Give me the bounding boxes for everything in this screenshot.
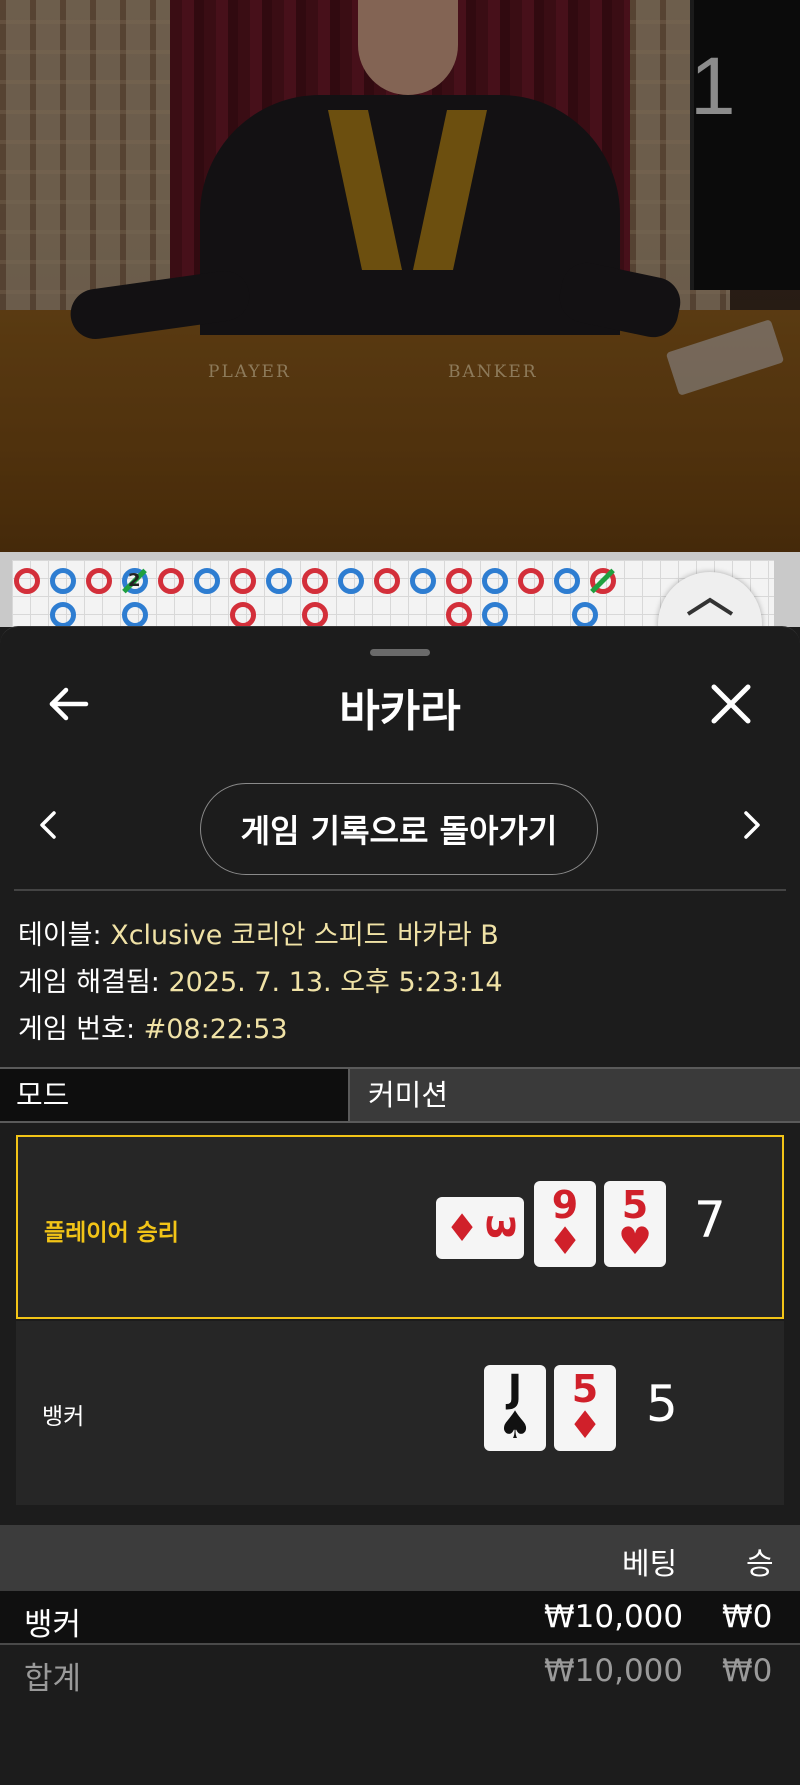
road-mark-player [482, 602, 508, 628]
banker-hand-score: 5 [646, 1375, 678, 1433]
banker-card-2: 5 ♦ [554, 1365, 616, 1451]
bet-total-amount: ₩10,000 [544, 1653, 684, 1689]
info-resolved-value: 2025. 7. 13. 오후 5:23:14 [168, 967, 503, 998]
bets-header-bet: 베팅 [622, 1547, 678, 1582]
road-mark-banker [230, 568, 256, 594]
road-mark-player [410, 568, 436, 594]
road-mark-banker [302, 602, 328, 628]
bet-row-name: 뱅커 [24, 1607, 82, 1643]
card-suit-icon: ♦ [567, 1403, 603, 1447]
road-mark-banker [14, 568, 40, 594]
info-game-number: 게임 번호: #08:22:53 [18, 1007, 288, 1046]
banker-hand-row: 뱅커 J ♠ 5 ♦ 5 [16, 1321, 784, 1505]
section-divider [14, 889, 786, 891]
previous-game-button[interactable] [34, 805, 64, 845]
road-mark-player [194, 568, 220, 594]
player-hand-label: 플레이어 승리 [44, 1220, 179, 1246]
banker-hand-label: 뱅커 [42, 1404, 85, 1430]
info-resolved-label: 게임 해결됨: [18, 967, 169, 998]
info-number-label: 게임 번호: [18, 1014, 144, 1045]
road-mark-player [50, 602, 76, 628]
road-mark-banker [86, 568, 112, 594]
mode-tabs: 모드 커미션 [0, 1067, 800, 1123]
banker-card-1: J ♠ [484, 1365, 546, 1451]
page-title: 바카라 [339, 686, 461, 737]
road-tie-count: 2 [128, 570, 141, 591]
road-mark-player [122, 602, 148, 628]
road-mark-player [50, 568, 76, 594]
bets-total-row: 합계 ₩10,000 ₩0 [0, 1643, 800, 1697]
info-table-label: 테이블: [18, 920, 111, 951]
player-hand-score: 7 [694, 1191, 726, 1249]
road-mark-banker [158, 568, 184, 594]
video-shade-overlay [0, 0, 800, 552]
close-icon [711, 684, 751, 724]
bets-header-win: 승 [746, 1547, 774, 1582]
card-suit-icon: ♦ [444, 1206, 480, 1250]
info-number-value: #08:22:53 [143, 1014, 288, 1045]
card-suit-icon: ♥ [617, 1219, 653, 1263]
info-table: 테이블: Xclusive 코리안 스피드 바카라 B [18, 913, 499, 952]
tab-mode[interactable]: 모드 [0, 1069, 350, 1121]
live-video-feed: 1 PLAYER BANKER [0, 0, 800, 552]
back-to-history-button[interactable]: 게임 기록으로 돌아가기 [200, 783, 598, 875]
bets-table-row: 뱅커 ₩10,000 ₩0 [0, 1591, 800, 1643]
panel-drag-handle[interactable] [370, 649, 430, 656]
next-game-button[interactable] [736, 805, 766, 845]
player-card-2: 9 ♦ [534, 1181, 596, 1267]
card-suit-icon: ♠ [497, 1403, 533, 1447]
card-rank: 3 [478, 1213, 522, 1241]
bet-total-win: ₩0 [722, 1653, 773, 1689]
road-mark-player [482, 568, 508, 594]
road-mark-banker [230, 602, 256, 628]
player-card-3: 5 ♥ [604, 1181, 666, 1267]
road-mark-player [338, 568, 364, 594]
chevron-left-icon [40, 811, 56, 839]
player-card-1: ♦ 3 [436, 1197, 524, 1259]
info-resolved: 게임 해결됨: 2025. 7. 13. 오후 5:23:14 [18, 960, 503, 999]
bets-table-header: 베팅 승 [0, 1525, 800, 1591]
card-suit-icon: ♦ [547, 1219, 583, 1263]
road-mark-banker [302, 568, 328, 594]
road-mark-banker [518, 568, 544, 594]
road-mark-banker [446, 602, 472, 628]
tab-commission[interactable]: 커미션 [352, 1069, 800, 1121]
bet-row-amount: ₩10,000 [544, 1599, 684, 1635]
road-mark-player [266, 568, 292, 594]
bet-total-name: 합계 [24, 1661, 82, 1697]
road-mark-banker [446, 568, 472, 594]
road-mark-player [572, 602, 598, 628]
chevron-right-icon [744, 811, 760, 839]
road-mark-banker [374, 568, 400, 594]
player-hand-row: 플레이어 승리 ♦ 3 9 ♦ 5 ♥ 7 [16, 1135, 784, 1319]
bet-row-win: ₩0 [722, 1599, 773, 1635]
close-button[interactable] [706, 679, 756, 729]
info-table-value: Xclusive 코리안 스피드 바카라 B [110, 920, 499, 951]
road-mark-player [554, 568, 580, 594]
game-history-detail-panel: 바카라 게임 기록으로 돌아가기 테이블: Xclusive 코리안 스피드 바… [0, 626, 800, 1785]
